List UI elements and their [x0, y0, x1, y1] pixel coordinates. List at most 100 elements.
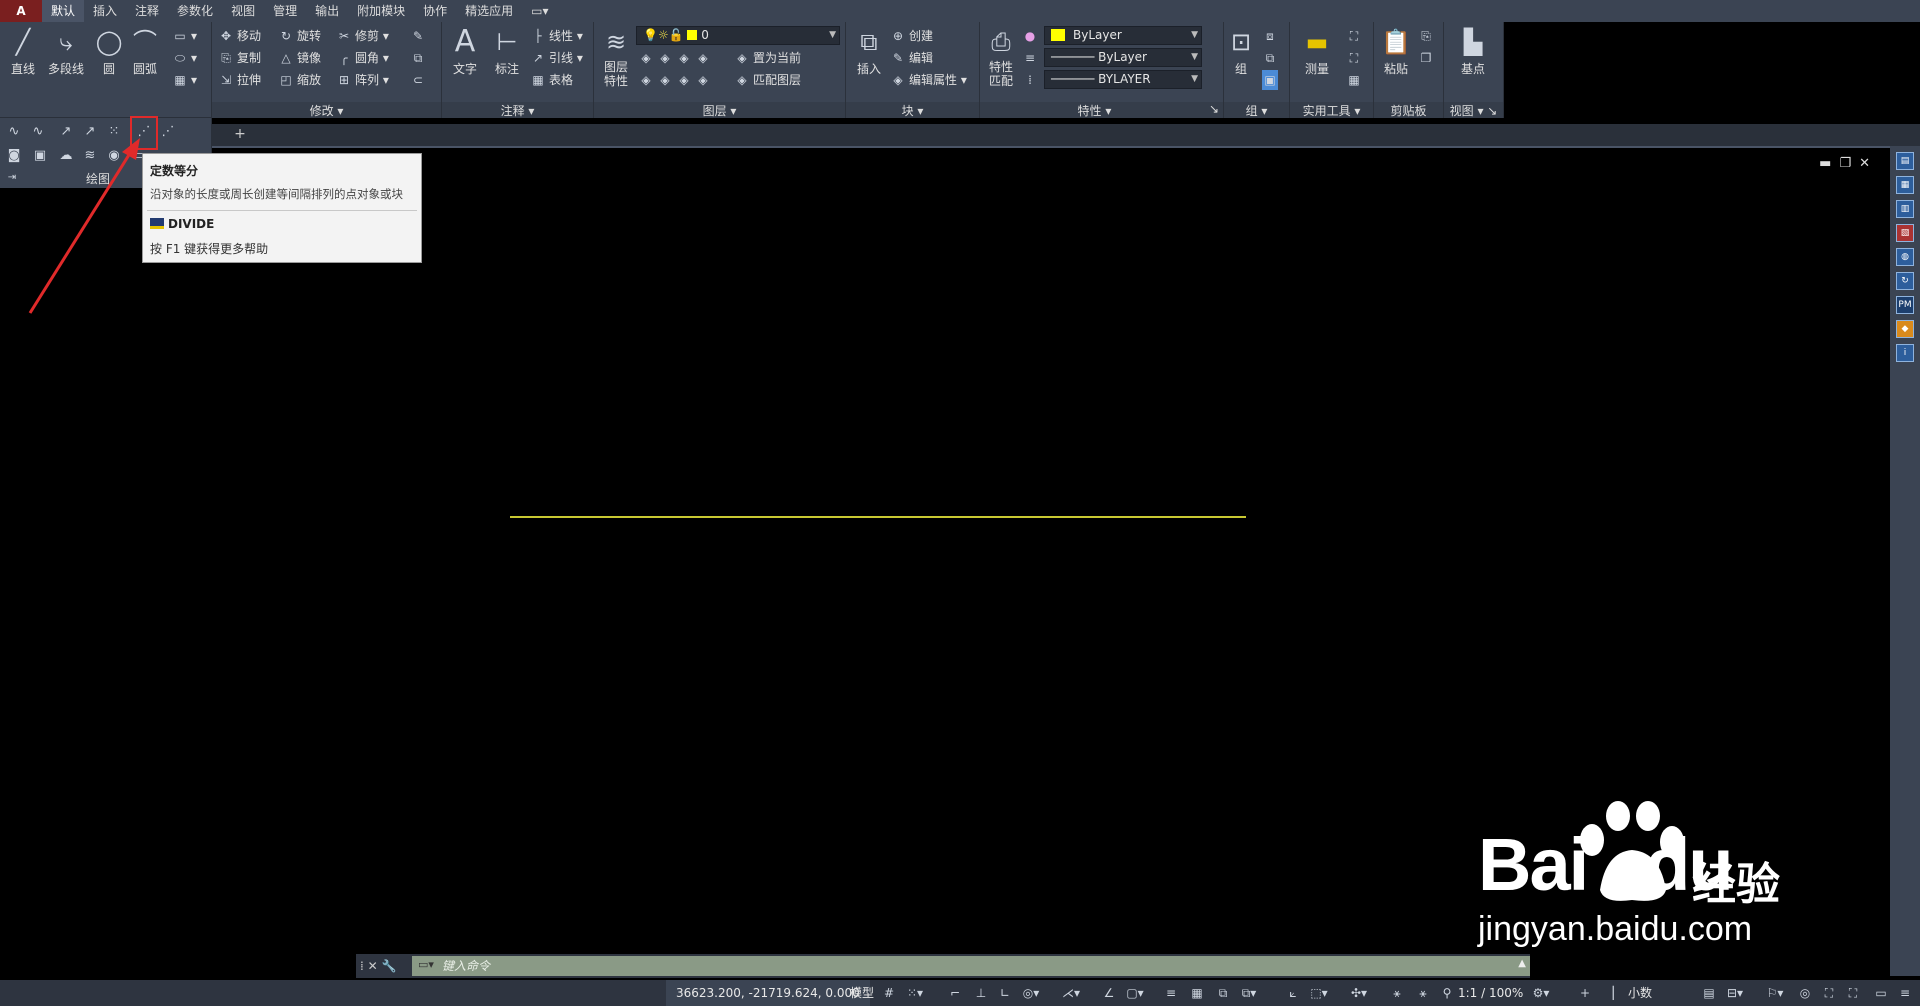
infer-constraints-icon[interactable]: ⌐: [946, 984, 964, 1002]
pin-panel-icon[interactable]: ⇥: [2, 168, 22, 188]
pm-icon[interactable]: PM: [1896, 296, 1914, 314]
calculator-button[interactable]: ▦: [1346, 70, 1365, 90]
block-panel-title[interactable]: 块 ▾: [846, 102, 979, 118]
close-icon[interactable]: ✕: [368, 959, 378, 973]
lock-ui-icon[interactable]: ⊟▾: [1726, 984, 1744, 1002]
drawn-line[interactable]: [510, 516, 1246, 518]
annotation-panel-title[interactable]: 注释 ▾: [442, 102, 593, 118]
color-dropdown[interactable]: ByLayer ▼: [1044, 26, 1202, 45]
grid-icon[interactable]: #: [880, 984, 898, 1002]
line-button[interactable]: ╱ 直线: [2, 26, 44, 77]
match-layer-button[interactable]: ◈ 匹配图层: [734, 70, 801, 90]
mirror-button[interactable]: △ 镜像: [278, 48, 321, 68]
tab-manage[interactable]: 管理: [264, 0, 306, 22]
utilities-panel-title[interactable]: 实用工具 ▾: [1290, 102, 1373, 118]
refresh-icon[interactable]: ↻: [1896, 272, 1914, 290]
annotation-scale-icon[interactable]: ⚲: [1438, 984, 1456, 1002]
fillet-button[interactable]: ╭ 圆角 ▾: [336, 48, 388, 68]
match-properties-button[interactable]: ⎙ 特性匹配: [982, 26, 1020, 88]
3d-polyline-icon[interactable]: ≋: [80, 146, 100, 166]
create-block-button[interactable]: ⊕ 创建: [890, 26, 933, 46]
dynamic-input-icon[interactable]: ⊥: [972, 984, 990, 1002]
markup-icon[interactable]: ▧: [1896, 224, 1914, 242]
lineweight-dropdown[interactable]: ────── BYLAYER ▼: [1044, 70, 1202, 89]
3d-osnap-icon[interactable]: ⧉▾: [1240, 984, 1258, 1002]
leader-button[interactable]: ↗ 引线 ▾: [530, 48, 583, 68]
boundary-button[interactable]: ▦ ▾: [172, 70, 197, 90]
command-input[interactable]: [412, 956, 1530, 976]
group-button[interactable]: ⊡ 组: [1224, 26, 1258, 77]
gizmo-icon[interactable]: ✣▾: [1350, 984, 1368, 1002]
selection-filter-icon[interactable]: ⬚▾: [1310, 984, 1328, 1002]
spline-icon[interactable]: ∿: [4, 122, 24, 142]
explode-button[interactable]: ⧉: [410, 48, 429, 68]
snap-icon[interactable]: ⁙▾: [906, 984, 924, 1002]
grip-icon[interactable]: ⁞: [360, 959, 364, 973]
wrench-icon[interactable]: 🔧: [382, 959, 397, 973]
group-select-button[interactable]: ▣: [1262, 70, 1281, 90]
rectangle-button[interactable]: ▭ ▾: [172, 26, 197, 46]
paste-button[interactable]: 📋 粘贴: [1376, 26, 1416, 77]
arc-button[interactable]: ⌒ 圆弧: [124, 26, 166, 77]
polar-tracking-icon[interactable]: ◎▾: [1022, 984, 1040, 1002]
restore-icon[interactable]: ❐: [1839, 156, 1859, 171]
copy-button-clipboard[interactable]: ❐: [1418, 48, 1437, 68]
layer-dropdown[interactable]: 💡☼🔓 0 ▼: [636, 26, 840, 45]
isolate-objects-icon[interactable]: ⚐▾: [1766, 984, 1784, 1002]
maximize-icon[interactable]: ▭: [1872, 984, 1890, 1002]
application-menu-button[interactable]: A: [0, 0, 42, 22]
info-icon[interactable]: i: [1896, 344, 1914, 362]
wipeout-icon[interactable]: ▣: [30, 146, 50, 166]
table-button[interactable]: ▦ 表格: [530, 70, 573, 90]
design-center-icon[interactable]: ▦: [1896, 176, 1914, 194]
dimension-button[interactable]: ⊢ 标注: [486, 26, 528, 77]
tab-annotate[interactable]: 注释: [126, 0, 168, 22]
layer-properties-button[interactable]: ≋ 图层特性: [596, 26, 636, 88]
hatch-button[interactable]: ⬭ ▾: [172, 48, 197, 68]
tab-default[interactable]: 默认: [42, 0, 85, 22]
tab-addins[interactable]: 附加模块: [348, 0, 414, 22]
text-button[interactable]: A 文字: [444, 26, 486, 77]
tool-palette-icon[interactable]: ▤: [1896, 152, 1914, 170]
linear-button[interactable]: ├ 线性 ▾: [530, 26, 582, 46]
linetype-dropdown[interactable]: ────── ByLayer ▼: [1044, 48, 1202, 67]
cube-icon[interactable]: ◆: [1896, 320, 1914, 338]
ray-icon[interactable]: ↗: [56, 122, 76, 142]
view-panel-title[interactable]: 视图 ▾ ↘: [1444, 102, 1503, 118]
isometric-icon[interactable]: ⋌▾: [1062, 984, 1080, 1002]
modify-panel-title[interactable]: 修改 ▾: [212, 102, 441, 118]
layer-tools-row1[interactable]: ◈ ◈ ◈ ◈: [638, 48, 714, 68]
multiple-points-icon[interactable]: ⁙: [104, 122, 124, 142]
array-button[interactable]: ⊞ 阵列 ▾: [336, 70, 389, 90]
revision-cloud-icon[interactable]: ☁: [56, 146, 76, 166]
group-edit-button[interactable]: ⧉: [1262, 48, 1281, 68]
selection-cycling-icon[interactable]: ⧉: [1214, 984, 1232, 1002]
set-current-button[interactable]: ◈ 置为当前: [734, 48, 801, 68]
ortho-icon[interactable]: ∟: [996, 984, 1014, 1002]
edit-block-button[interactable]: ✎ 编辑: [890, 48, 933, 68]
offset-button[interactable]: ⊂: [410, 70, 429, 90]
spline-cv-icon[interactable]: ∿: [28, 122, 48, 142]
transparency-icon[interactable]: ▦: [1188, 984, 1206, 1002]
erase-button[interactable]: ✎: [410, 26, 429, 46]
auto-scale-icon[interactable]: ⚹: [1414, 984, 1432, 1002]
object-snap-tracking-icon[interactable]: ∠: [1100, 984, 1118, 1002]
tab-parametric[interactable]: 参数化: [168, 0, 222, 22]
layer-tools-row2[interactable]: ◈ ◈ ◈ ◈: [638, 70, 714, 90]
measure-button[interactable]: ▬ 测量: [1292, 26, 1342, 77]
coordinates-readout[interactable]: 36623.200, -21719.624, 0.000: [666, 980, 870, 1006]
region-icon[interactable]: ◙: [4, 146, 24, 166]
new-tab-button[interactable]: +: [228, 126, 252, 144]
clean-screen-icon[interactable]: ⛶: [1820, 984, 1838, 1002]
select-all-button[interactable]: ⛶: [1346, 48, 1365, 68]
tab-output[interactable]: 输出: [306, 0, 348, 22]
measure-points-icon[interactable]: ⋰: [158, 122, 178, 142]
quick-select-button[interactable]: ⛶: [1346, 26, 1365, 46]
quick-properties-icon[interactable]: ▤: [1700, 984, 1718, 1002]
ungroup-button[interactable]: ⧈: [1262, 26, 1281, 46]
trim-button[interactable]: ✂ 修剪 ▾: [336, 26, 389, 46]
move-button[interactable]: ✥ 移动: [218, 26, 261, 46]
color-wheel-icon[interactable]: ●: [1022, 26, 1041, 46]
units-value[interactable]: 小数: [1628, 980, 1652, 1006]
graphics-performance-icon[interactable]: ◎: [1796, 984, 1814, 1002]
